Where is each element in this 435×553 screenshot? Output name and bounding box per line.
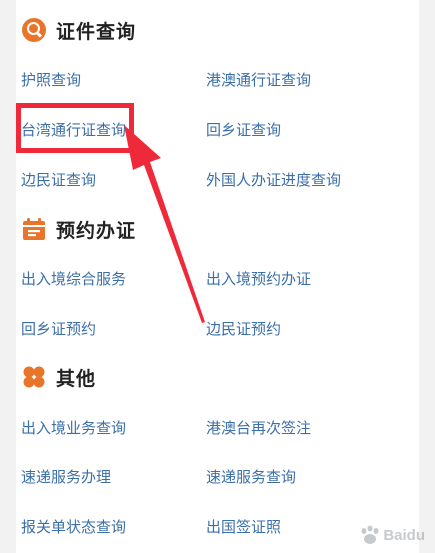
link-passport-query[interactable]: 护照查询 <box>21 69 81 90</box>
link-visa-photo[interactable]: 出国签证照 <box>206 516 281 537</box>
link-foreigner-progress-query[interactable]: 外国人办证进度查询 <box>206 169 341 190</box>
section-header-id-query: 证件查询 <box>22 15 136 45</box>
link-home-return-appointment[interactable]: 回乡证预约 <box>21 318 96 339</box>
link-hk-macau-permit-query[interactable]: 港澳通行证查询 <box>206 69 311 90</box>
link-courier-apply[interactable]: 速递服务办理 <box>21 466 111 487</box>
annotation-highlight-box <box>16 103 134 153</box>
section-title: 其他 <box>56 367 97 390</box>
section-title: 预约办证 <box>56 219 137 242</box>
link-home-return-permit-query[interactable]: 回乡证查询 <box>206 119 281 140</box>
section-header-other: 其他 <box>22 362 96 392</box>
clover-icon <box>22 365 46 389</box>
section-header-appointment: 预约办证 <box>22 214 136 244</box>
link-re-endorsement[interactable]: 港澳台再次签注 <box>206 417 311 438</box>
link-entry-exit-services[interactable]: 出入境综合服务 <box>21 268 126 289</box>
watermark-text: Baidu <box>383 526 425 544</box>
search-icon <box>22 18 46 42</box>
link-customs-status-query[interactable]: 报关单状态查询 <box>21 516 126 537</box>
link-courier-query[interactable]: 速递服务查询 <box>206 466 296 487</box>
section-title: 证件查询 <box>56 20 137 43</box>
baidu-watermark: Baidu <box>359 525 425 545</box>
calendar-icon <box>22 217 46 241</box>
paw-icon <box>361 525 379 544</box>
link-border-resident-appointment[interactable]: 边民证预约 <box>206 318 281 339</box>
link-business-query[interactable]: 出入境业务查询 <box>21 417 126 438</box>
link-entry-exit-appointment[interactable]: 出入境预约办证 <box>206 268 311 289</box>
link-border-resident-query[interactable]: 边民证查询 <box>21 169 96 190</box>
